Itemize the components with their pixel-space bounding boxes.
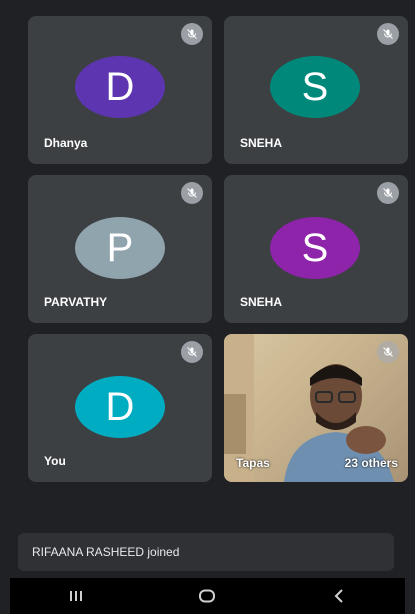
participant-name: Dhanya — [44, 136, 88, 150]
participant-name: SNEHA — [240, 136, 283, 150]
home-icon[interactable] — [187, 581, 227, 611]
participant-name: PARVATHY — [44, 295, 108, 309]
mic-off-icon — [181, 23, 203, 45]
avatar: D — [75, 56, 165, 118]
others-count[interactable]: 23 others — [345, 456, 398, 470]
join-notification: RIFAANA RASHEED joined — [18, 533, 394, 571]
participant-tile[interactable]: S SNEHA — [224, 175, 408, 323]
mic-off-icon — [181, 341, 203, 363]
avatar: S — [270, 56, 360, 118]
join-notification-text: RIFAANA RASHEED joined — [32, 545, 180, 559]
avatar: D — [75, 376, 165, 438]
video-tile[interactable]: Tapas 23 others — [224, 334, 408, 482]
participant-tile[interactable]: D Dhanya — [28, 16, 212, 164]
participant-name: You — [44, 454, 66, 468]
avatar: S — [270, 217, 360, 279]
mic-off-icon — [377, 182, 399, 204]
avatar: P — [75, 217, 165, 279]
recents-icon[interactable] — [56, 581, 96, 611]
system-nav-bar — [10, 578, 405, 614]
participant-tile[interactable]: P PARVATHY — [28, 175, 212, 323]
back-icon[interactable] — [319, 581, 359, 611]
mic-off-icon — [377, 23, 399, 45]
participant-tile[interactable]: D You — [28, 334, 212, 482]
participant-name: Tapas — [236, 456, 270, 470]
mic-off-icon — [181, 182, 203, 204]
mic-off-icon — [377, 341, 399, 363]
participant-name: SNEHA — [240, 295, 283, 309]
participant-tile[interactable]: S SNEHA — [224, 16, 408, 164]
